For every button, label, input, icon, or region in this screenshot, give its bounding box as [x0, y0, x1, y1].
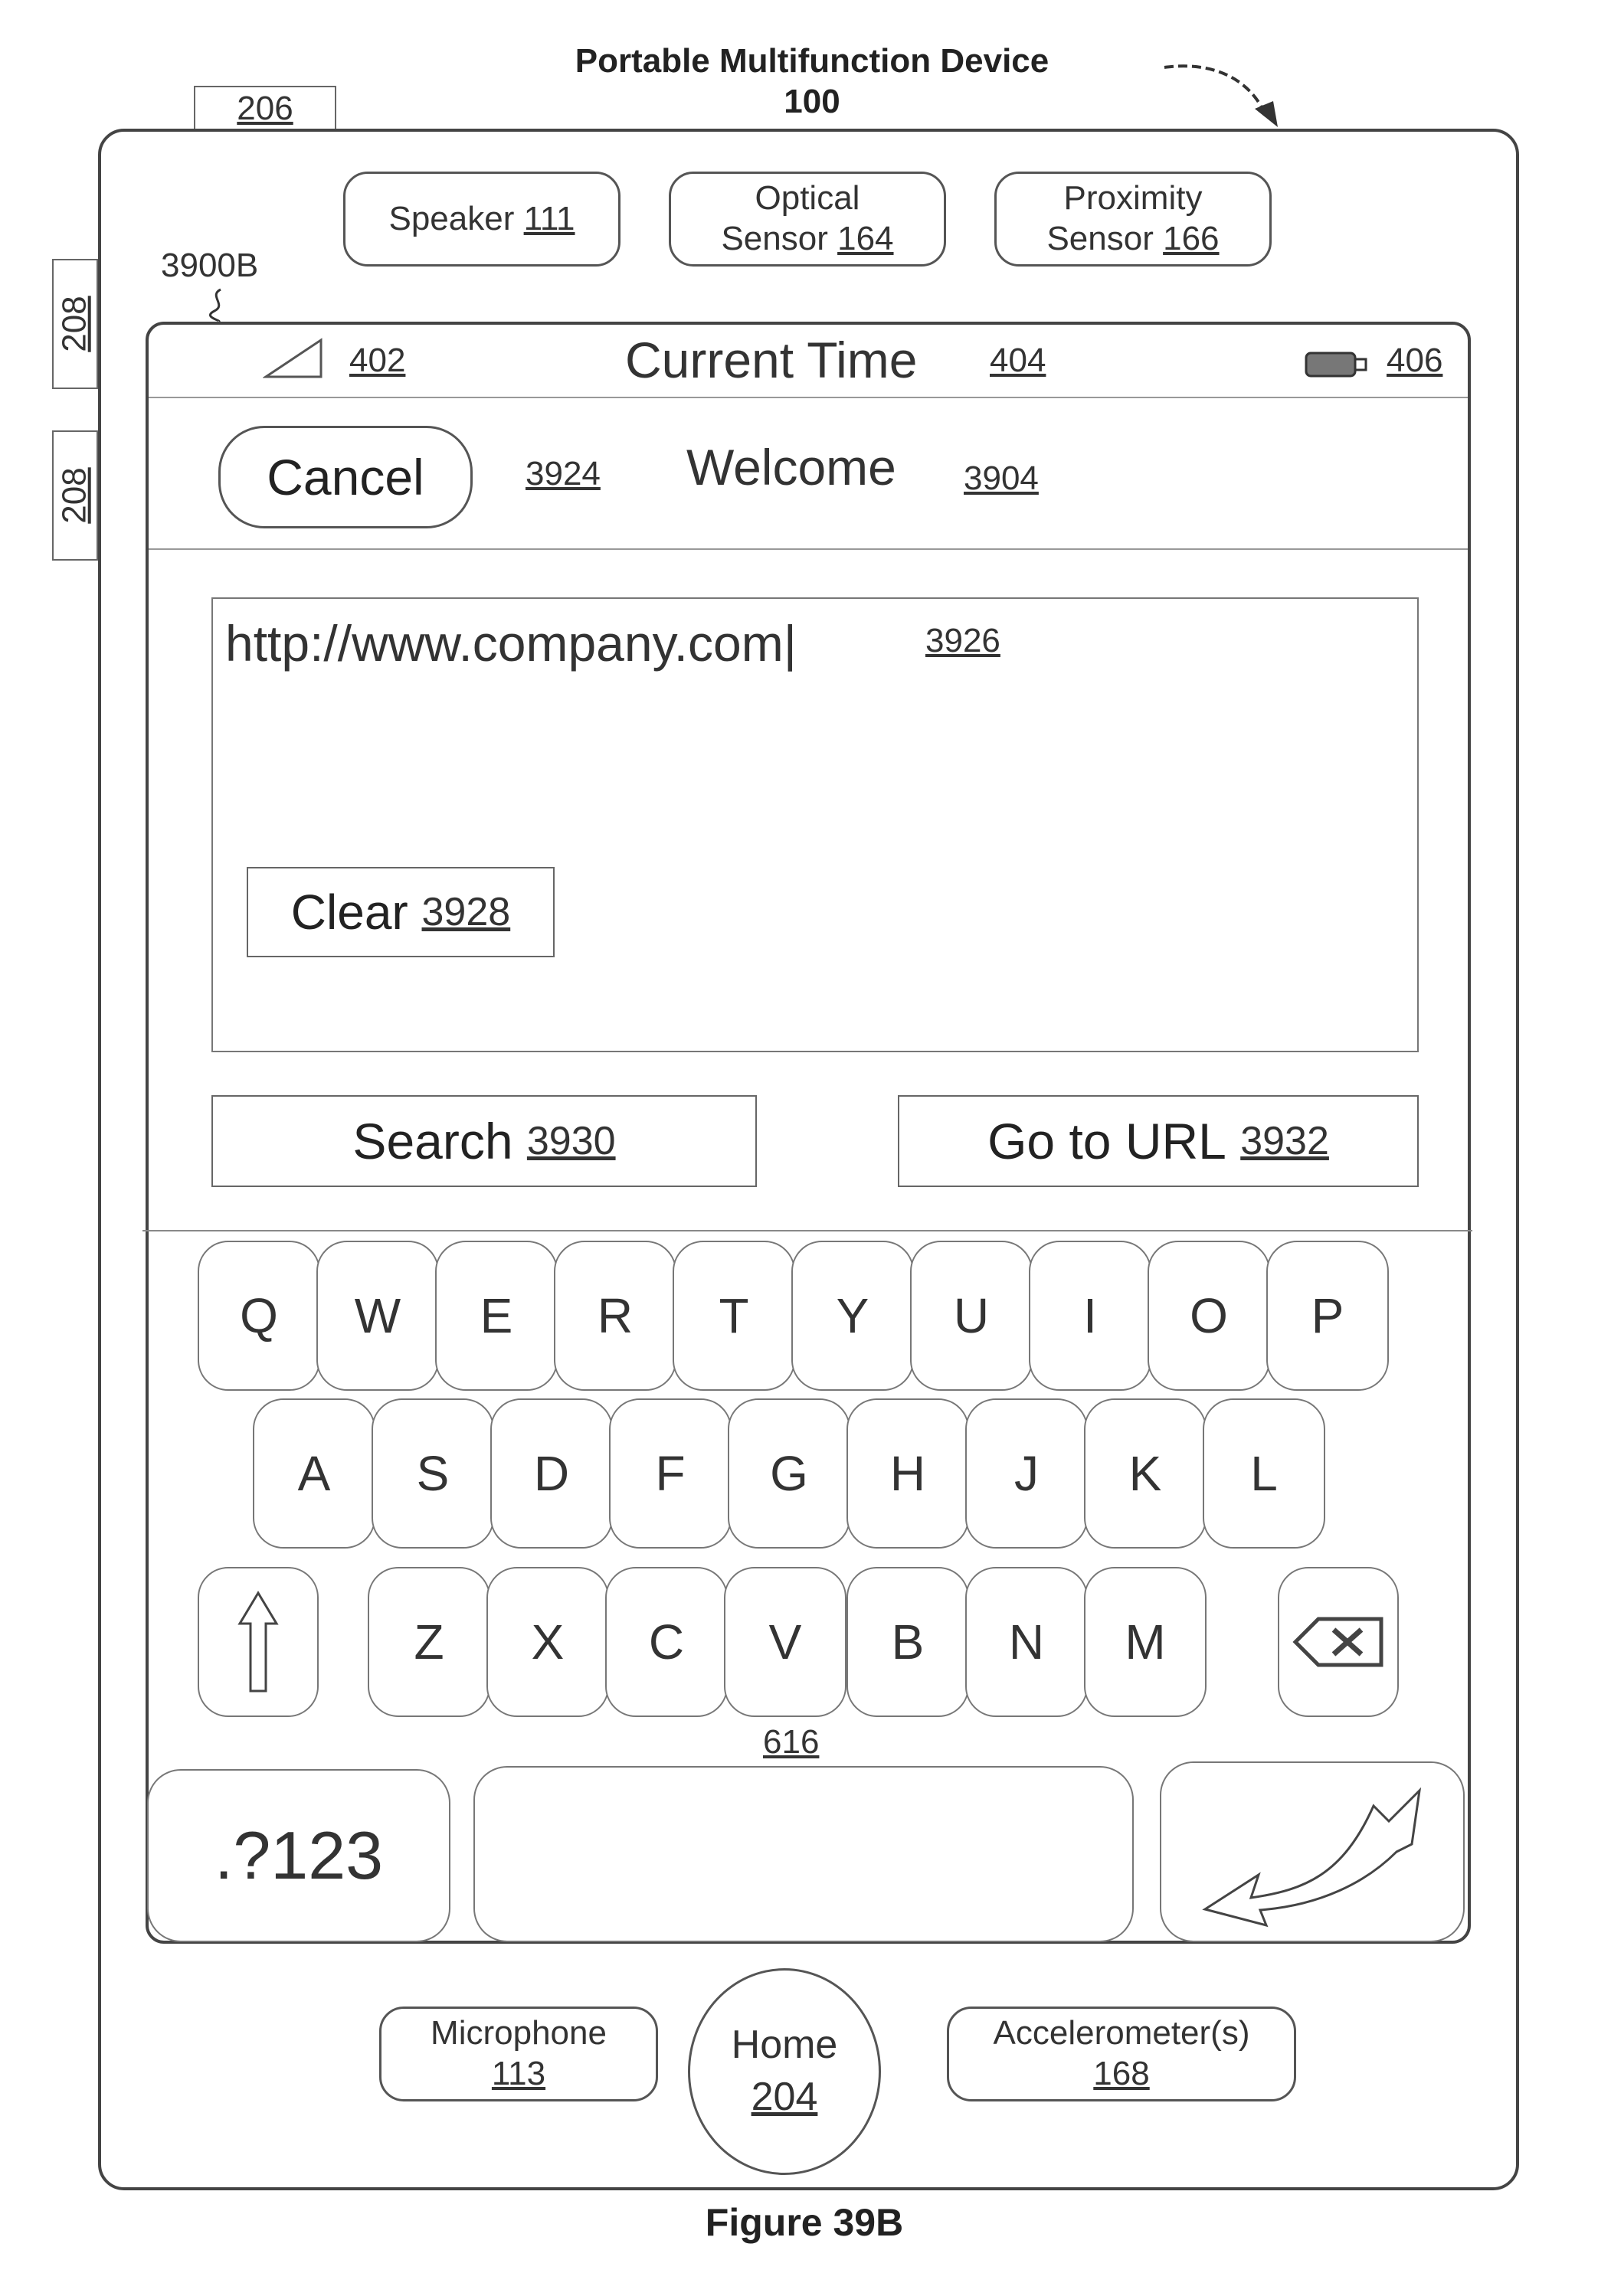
clear-button[interactable]: Clear 3928 [247, 867, 555, 957]
numbers-key-label: .?123 [214, 1817, 383, 1895]
key-j[interactable]: J [965, 1398, 1088, 1549]
go-to-url-button[interactable]: Go to URL 3932 [898, 1095, 1419, 1187]
key-a[interactable]: A [253, 1398, 375, 1549]
screen-ref-label: 3900B [161, 247, 258, 285]
key-l[interactable]: L [1203, 1398, 1325, 1549]
key-f[interactable]: F [609, 1398, 732, 1549]
key-o[interactable]: O [1148, 1241, 1270, 1391]
go-to-url-label: Go to URL [987, 1112, 1226, 1170]
key-q[interactable]: Q [198, 1241, 320, 1391]
welcome-title: Welcome [686, 438, 896, 496]
speaker-component: Speaker 111 [343, 172, 620, 267]
key-x[interactable]: X [486, 1567, 609, 1717]
proximity-label: Proximity [1064, 178, 1203, 219]
accelerometer-component: Accelerometer(s) 168 [947, 2007, 1296, 2101]
signal-ref: 402 [349, 342, 405, 380]
proximity-ref: 166 [1163, 220, 1219, 257]
accelerometer-ref: 168 [1093, 2054, 1149, 2095]
device-number: 100 [784, 82, 840, 123]
figure-caption: Figure 39B [536, 2198, 1072, 2247]
return-arrow-icon [1190, 1775, 1435, 1928]
key-s[interactable]: S [372, 1398, 494, 1549]
key-v[interactable]: V [724, 1567, 846, 1717]
clear-label: Clear [291, 884, 408, 940]
key-e[interactable]: E [435, 1241, 558, 1391]
numbers-key[interactable]: .?123 [147, 1769, 450, 1942]
battery-icon [1304, 349, 1373, 380]
speaker-ref: 111 [524, 199, 575, 240]
optical-sensor-label: Sensor [721, 220, 827, 257]
url-field-ref: 3926 [925, 622, 1000, 660]
clear-ref: 3928 [422, 889, 511, 935]
backspace-icon [1292, 1614, 1384, 1670]
key-k[interactable]: K [1084, 1398, 1207, 1549]
key-u[interactable]: U [910, 1241, 1033, 1391]
volume-button-upper[interactable]: 208 [52, 259, 98, 389]
key-r[interactable]: R [554, 1241, 676, 1391]
speaker-label: Speaker [388, 199, 514, 240]
search-button[interactable]: Search 3930 [211, 1095, 757, 1187]
key-t[interactable]: T [673, 1241, 795, 1391]
shift-key[interactable] [198, 1567, 319, 1717]
optical-sensor-component: Optical Sensor 164 [669, 172, 946, 267]
time-ref: 404 [990, 342, 1046, 380]
figure-caption-text: Figure 39B [706, 2200, 903, 2245]
key-d[interactable]: D [490, 1398, 613, 1549]
battery-ref: 406 [1387, 342, 1442, 380]
url-input-value[interactable]: http://www.company.com| [225, 614, 797, 672]
optical-label: Optical [755, 178, 860, 219]
microphone-ref: 113 [492, 2054, 545, 2095]
home-ref: 204 [751, 2072, 818, 2124]
key-h[interactable]: H [846, 1398, 969, 1549]
nav-divider [149, 548, 1468, 550]
key-m[interactable]: M [1084, 1567, 1207, 1717]
device-title-text: Portable Multifunction Device [575, 41, 1049, 82]
screen-ref-squiggle [204, 288, 234, 323]
proximity-sensor-label: Sensor [1046, 220, 1153, 257]
ref-208-lower: 208 [56, 467, 94, 523]
screen-ref: 3900B [161, 247, 258, 284]
volume-button-lower[interactable]: 208 [52, 430, 98, 561]
current-time: Current Time [625, 331, 917, 389]
ref-206: 206 [237, 90, 293, 128]
space-bar[interactable] [473, 1766, 1134, 1942]
cancel-label: Cancel [267, 448, 424, 506]
return-key[interactable] [1160, 1761, 1465, 1942]
key-p[interactable]: P [1266, 1241, 1389, 1391]
microphone-component: Microphone 113 [379, 2007, 658, 2101]
go-to-url-ref: 3932 [1240, 1118, 1329, 1164]
cancel-ref: 3924 [526, 455, 601, 493]
keyboard-ref: 616 [763, 1723, 819, 1761]
welcome-ref: 3904 [964, 460, 1039, 498]
home-button[interactable]: Home 204 [688, 1968, 881, 2175]
backspace-key[interactable] [1278, 1567, 1399, 1717]
status-bar-divider [149, 397, 1468, 398]
shift-arrow-icon [235, 1588, 281, 1696]
key-b[interactable]: B [846, 1567, 969, 1717]
microphone-label: Microphone [431, 2013, 607, 2054]
key-y[interactable]: Y [791, 1241, 914, 1391]
device-pointer-arrow [1149, 54, 1287, 138]
signal-strength-icon [263, 337, 324, 380]
keyboard-divider [142, 1230, 1472, 1231]
key-w[interactable]: W [316, 1241, 439, 1391]
device-title: Portable Multifunction Device 100 [490, 40, 1134, 124]
ref-208-upper: 208 [56, 296, 94, 352]
key-z[interactable]: Z [368, 1567, 490, 1717]
accelerometer-label: Accelerometer(s) [994, 2013, 1250, 2054]
key-c[interactable]: C [605, 1567, 728, 1717]
key-i[interactable]: I [1029, 1241, 1151, 1391]
cancel-button[interactable]: Cancel [218, 426, 473, 528]
home-label: Home [732, 2020, 838, 2072]
button-206[interactable]: 206 [194, 86, 336, 132]
optical-ref: 164 [837, 220, 893, 257]
proximity-sensor-component: Proximity Sensor 166 [994, 172, 1272, 267]
key-n[interactable]: N [965, 1567, 1088, 1717]
search-ref: 3930 [527, 1118, 616, 1164]
search-label: Search [352, 1112, 512, 1170]
key-g[interactable]: G [728, 1398, 850, 1549]
